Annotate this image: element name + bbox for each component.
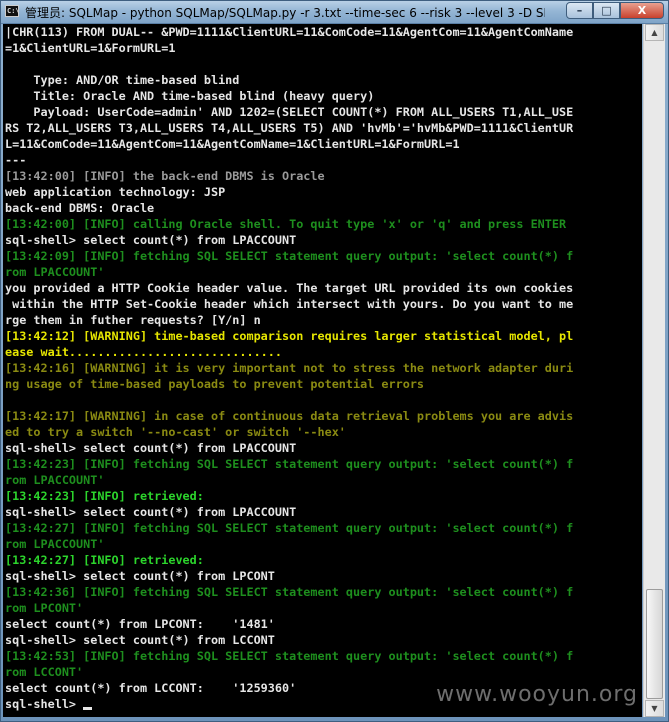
console-line-text: [13:42:12] [WARNING] time-based comparis… <box>5 329 574 343</box>
console-line: you provided a HTTP Cookie header value.… <box>3 280 642 296</box>
console-line: ease wait.............................. <box>3 344 642 360</box>
console-line: [13:42:53] [INFO] fetching SQL SELECT st… <box>3 648 642 664</box>
console-line-text: [13:42:53] [INFO] fetching SQL SELECT st… <box>5 649 574 663</box>
console-line: |CHR(113) FROM DUAL-- &PWD=1111&ClientUR… <box>3 24 642 40</box>
console-line-text: [13:42:27] [INFO] fetching SQL SELECT st… <box>5 521 574 535</box>
console-line-text: back-end DBMS: Oracle <box>5 201 155 215</box>
scrollbar-thumb[interactable] <box>646 589 663 699</box>
console-line-text: [13:42:09] [INFO] fetching SQL SELECT st… <box>5 249 574 263</box>
console-line: [13:42:23] [INFO] retrieved: <box>3 488 642 504</box>
console-line-text: you provided a HTTP Cookie header value.… <box>5 281 574 295</box>
console-line: [13:42:00] [INFO] the back-end DBMS is O… <box>3 168 642 184</box>
console-line: web application technology: JSP <box>3 184 642 200</box>
console-line: [13:42:00] [INFO] calling Oracle shell. … <box>3 216 642 232</box>
console-line-text: RS T2,ALL_USERS T3,ALL_USERS T4,ALL_USER… <box>5 121 574 135</box>
console-line: Type: AND/OR time-based blind <box>3 72 642 88</box>
console-line: select count(*) from LPCONT: '1481' <box>3 616 642 632</box>
console-line-text: [13:42:16] [WARNING] it is very importan… <box>5 361 574 375</box>
console-window: C:\ 管理员: SQLMap - python SQLMap/SQLMap.p… <box>0 0 669 722</box>
console-line: rom LPACCOUNT' <box>3 536 642 552</box>
console-line: [13:42:27] [INFO] fetching SQL SELECT st… <box>3 520 642 536</box>
console-line: sql-shell> select count(*) from LPACCOUN… <box>3 440 642 456</box>
console-line: sql-shell> select count(*) from LPACCOUN… <box>3 232 642 248</box>
console-line-text: sql-shell> <box>5 697 84 711</box>
console-line-text: rom LPCONT' <box>5 601 84 615</box>
maximize-button[interactable]: □ <box>593 2 620 19</box>
window-title: 管理员: SQLMap - python SQLMap/SQLMap.py -r… <box>25 6 545 20</box>
console-line: [13:42:36] [INFO] fetching SQL SELECT st… <box>3 584 642 600</box>
caption-buttons: – □ X <box>566 2 664 20</box>
console-line: rom LPACCOUNT' <box>3 472 642 488</box>
console-line: RS T2,ALL_USERS T3,ALL_USERS T4,ALL_USER… <box>3 120 642 136</box>
console-line-text: Title: Oracle AND time-based blind (heav… <box>5 89 375 103</box>
console-line: [13:42:16] [WARNING] it is very importan… <box>3 360 642 376</box>
console-line: [13:42:27] [INFO] retrieved: <box>3 552 642 568</box>
console-line-text: [13:42:23] [INFO] fetching SQL SELECT st… <box>5 457 574 471</box>
console-output[interactable]: |CHR(113) FROM DUAL-- &PWD=1111&ClientUR… <box>3 24 642 717</box>
console-line: Title: Oracle AND time-based blind (heav… <box>3 88 642 104</box>
console-line-text: within the HTTP Set-Cookie header which … <box>5 297 574 311</box>
console-line: sql-shell> select count(*) from LPACCOUN… <box>3 504 642 520</box>
console-line-text: =1&ClientURL=1&FormURL=1 <box>5 41 176 55</box>
console-line: [13:42:17] [WARNING] in case of continuo… <box>3 408 642 424</box>
console-line: Payload: UserCode=admin' AND 1202=(SELEC… <box>3 104 642 120</box>
watermark: www.wooyun.org <box>436 682 638 707</box>
console-line-text: web application technology: JSP <box>5 185 226 199</box>
console-line: [13:42:23] [INFO] fetching SQL SELECT st… <box>3 456 642 472</box>
console-line-text: [13:42:17] [WARNING] in case of continuo… <box>5 409 574 423</box>
console-line: [13:42:12] [WARNING] time-based comparis… <box>3 328 642 344</box>
minimize-button[interactable]: – <box>566 2 593 19</box>
console-line-text: rom LPACCOUNT' <box>5 537 105 551</box>
console-line-text: Payload: UserCode=admin' AND 1202=(SELEC… <box>5 105 574 119</box>
console-line-text: ng usage of time-based payloads to preve… <box>5 377 425 391</box>
console-line-text: [13:42:27] [INFO] retrieved: <box>5 553 204 567</box>
console-line: back-end DBMS: Oracle <box>3 200 642 216</box>
console-line-text: [13:42:23] [INFO] retrieved: <box>5 489 204 503</box>
console-line: sql-shell> select count(*) from LPCONT <box>3 568 642 584</box>
console-line: rge them in futher requests? [Y/n] n <box>3 312 642 328</box>
vertical-scrollbar[interactable]: ▲ ▼ <box>643 24 665 717</box>
console-line-text: sql-shell> select count(*) from LPCONT <box>5 569 275 583</box>
console-line-text: rge them in futher requests? [Y/n] n <box>5 313 261 327</box>
console-line-text: ease wait.............................. <box>5 345 282 359</box>
console-line-text: rom LPACCOUNT' <box>5 265 105 279</box>
scroll-down-arrow-icon[interactable]: ▼ <box>645 700 664 717</box>
console-line: ed to try a switch '--no-cast' or switch… <box>3 424 642 440</box>
cmd-icon[interactable]: C:\ <box>5 5 20 17</box>
scroll-up-arrow-icon[interactable]: ▲ <box>645 24 664 41</box>
text-cursor <box>83 707 93 710</box>
console-line-text: ed to try a switch '--no-cast' or switch… <box>5 425 346 439</box>
console-line-text: L=11&ComCode=11&AgentCom=11&AgentComName… <box>5 137 460 151</box>
console-line-text: [13:42:00] [INFO] calling Oracle shell. … <box>5 217 567 231</box>
console-line: ng usage of time-based payloads to preve… <box>3 376 642 392</box>
console-line-text: |CHR(113) FROM DUAL-- &PWD=1111&ClientUR… <box>5 25 574 39</box>
console-line: rom LCCONT' <box>3 664 642 680</box>
console-line-text: [13:42:36] [INFO] fetching SQL SELECT st… <box>5 585 574 599</box>
title-bar[interactable]: C:\ 管理员: SQLMap - python SQLMap/SQLMap.p… <box>1 1 668 24</box>
console-line-text: sql-shell> select count(*) from LPACCOUN… <box>5 233 297 247</box>
console-line-text: sql-shell> select count(*) from LPACCOUN… <box>5 441 297 455</box>
console-line: within the HTTP Set-Cookie header which … <box>3 296 642 312</box>
console-line-text: Type: AND/OR time-based blind <box>5 73 240 87</box>
close-button[interactable]: X <box>620 2 664 19</box>
console-line: rom LPACCOUNT' <box>3 264 642 280</box>
console-line: rom LPCONT' <box>3 600 642 616</box>
console-line: [13:42:09] [INFO] fetching SQL SELECT st… <box>3 248 642 264</box>
console-line-text: --- <box>5 153 27 167</box>
console-line: =1&ClientURL=1&FormURL=1 <box>3 40 642 56</box>
console-line-text: sql-shell> select count(*) from LCCONT <box>5 633 275 647</box>
console-line-text: select count(*) from LPCONT: '1481' <box>5 617 275 631</box>
console-line: L=11&ComCode=11&AgentCom=11&AgentComName… <box>3 136 642 152</box>
console-line: --- <box>3 152 642 168</box>
console-line-text: rom LCCONT' <box>5 665 84 679</box>
console-line-text: [13:42:00] [INFO] the back-end DBMS is O… <box>5 169 325 183</box>
console-line-text: sql-shell> select count(*) from LPACCOUN… <box>5 505 297 519</box>
console-line-text: rom LPACCOUNT' <box>5 473 105 487</box>
console-line-text: select count(*) from LCCONT: '1259360' <box>5 681 297 695</box>
console-line: sql-shell> select count(*) from LCCONT <box>3 632 642 648</box>
